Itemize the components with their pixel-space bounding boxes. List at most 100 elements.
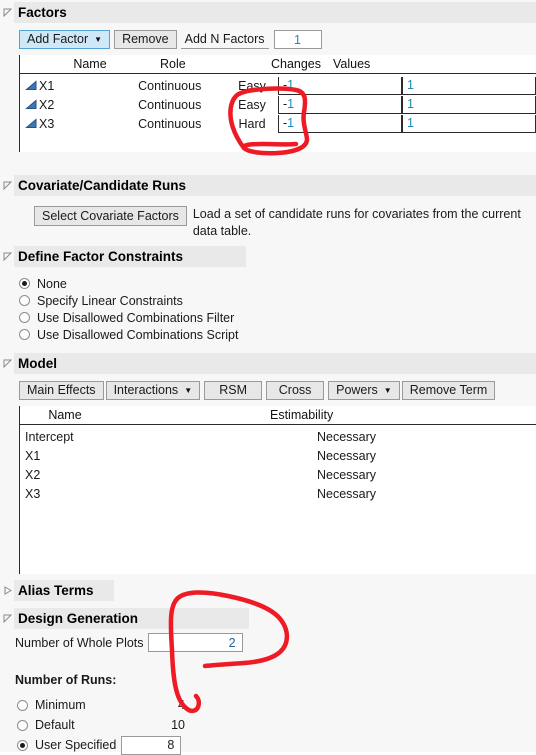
- factors-table-header: Name Role Changes Values: [20, 55, 536, 74]
- factor-high-value[interactable]: 1: [401, 114, 536, 133]
- whole-plots-input[interactable]: 2: [147, 633, 243, 652]
- covariate-description-line2: data table.: [192, 224, 252, 238]
- powers-button[interactable]: Powers ▼: [328, 381, 400, 400]
- factor-changes[interactable]: Easy: [226, 98, 278, 112]
- factor-name-cell[interactable]: X2: [20, 98, 138, 112]
- factors-table: Name Role Changes Values X1 Continuous E…: [19, 55, 536, 152]
- default-runs-value: 10: [171, 718, 185, 732]
- table-row[interactable]: X1 Necessary: [20, 446, 536, 465]
- rsm-button[interactable]: RSM: [204, 381, 263, 400]
- interactions-button[interactable]: Interactions ▼: [105, 381, 201, 400]
- continuous-factor-icon: [25, 99, 38, 110]
- radio-minimum-runs[interactable]: Minimum 4: [17, 695, 185, 715]
- model-term-name: X3: [25, 486, 41, 501]
- column-header-changes: Changes: [270, 57, 322, 71]
- factor-changes[interactable]: Easy: [226, 79, 278, 93]
- section-header-model[interactable]: Model: [0, 353, 536, 374]
- radio-indicator[interactable]: [17, 719, 28, 731]
- section-title-covariate: Covariate/Candidate Runs: [14, 175, 536, 196]
- add-factor-label: Add Factor: [27, 32, 89, 46]
- radio-indicator[interactable]: [19, 312, 30, 323]
- table-row[interactable]: X2 Continuous Easy -1 1: [20, 95, 536, 114]
- disclosure-open-icon[interactable]: [0, 359, 14, 368]
- main-effects-button[interactable]: Main Effects: [19, 381, 104, 400]
- number-of-runs-group: Minimum 4 Default 10 User Specified 8: [17, 695, 185, 755]
- radio-disallowed-combinations-filter[interactable]: Use Disallowed Combinations Filter: [19, 309, 238, 326]
- section-header-constraints[interactable]: Define Factor Constraints: [0, 246, 246, 267]
- minimum-runs-value: 4: [178, 698, 185, 712]
- factor-name: X1: [39, 78, 55, 93]
- factor-low-value[interactable]: -1: [277, 95, 402, 114]
- radio-indicator[interactable]: [19, 278, 30, 289]
- chevron-down-icon: ▼: [184, 385, 193, 395]
- remove-term-button[interactable]: Remove Term: [401, 381, 496, 400]
- remove-factor-button[interactable]: Remove: [114, 30, 177, 49]
- add-n-factors-label: Add N Factors: [180, 30, 269, 49]
- section-title-alias-terms: Alias Terms: [14, 580, 114, 601]
- section-title-factors: Factors: [14, 2, 536, 23]
- radio-indicator[interactable]: [19, 295, 30, 306]
- disclosure-closed-icon[interactable]: [0, 586, 14, 595]
- disclosure-open-icon[interactable]: [0, 614, 14, 623]
- factor-high-value[interactable]: 1: [401, 95, 536, 114]
- radio-indicator[interactable]: [17, 699, 28, 711]
- radio-disallowed-combinations-script[interactable]: Use Disallowed Combinations Script: [19, 326, 238, 343]
- model-term-estimability[interactable]: Necessary: [317, 449, 517, 463]
- radio-indicator[interactable]: [19, 329, 30, 340]
- add-factor-button[interactable]: Add Factor ▼: [19, 30, 111, 49]
- whole-plots-label: Number of Whole Plots: [15, 635, 144, 650]
- chevron-down-icon: ▼: [383, 385, 392, 395]
- disclosure-open-icon[interactable]: [0, 8, 14, 17]
- cross-button[interactable]: Cross: [266, 381, 325, 400]
- radio-specify-linear-constraints[interactable]: Specify Linear Constraints: [19, 292, 238, 309]
- table-row[interactable]: X3 Continuous Hard -1 1: [20, 114, 536, 133]
- select-covariate-factors-button[interactable]: Select Covariate Factors: [34, 206, 187, 226]
- model-toolbar: Main Effects Interactions ▼ RSM Cross Po…: [19, 381, 496, 400]
- model-term-estimability[interactable]: Necessary: [317, 468, 517, 482]
- table-row[interactable]: X2 Necessary: [20, 465, 536, 484]
- factor-high-value[interactable]: 1: [401, 76, 536, 95]
- disclosure-open-icon[interactable]: [0, 181, 14, 190]
- table-row[interactable]: X1 Continuous Easy -1 1: [20, 76, 536, 95]
- column-header-name: Name: [73, 57, 107, 71]
- factor-role[interactable]: Continuous: [138, 98, 226, 112]
- factor-name-cell[interactable]: X1: [20, 79, 138, 93]
- factor-role[interactable]: Continuous: [138, 79, 226, 93]
- column-header-name: Name: [48, 408, 82, 422]
- factor-name-cell[interactable]: X3: [20, 117, 138, 131]
- section-title-design-generation: Design Generation: [14, 608, 249, 629]
- covariate-description: Load a set of candidate runs for covaria…: [193, 206, 521, 240]
- table-row[interactable]: X3 Necessary: [20, 484, 536, 503]
- covariate-row: Select Covariate Factors Load a set of c…: [34, 206, 521, 240]
- radio-indicator[interactable]: [17, 739, 28, 751]
- section-header-design-generation[interactable]: Design Generation: [0, 608, 249, 629]
- column-header-role: Role: [160, 57, 186, 71]
- table-row[interactable]: Intercept Necessary: [20, 427, 536, 446]
- factor-changes[interactable]: Hard: [226, 117, 278, 131]
- annotation-loop-tail: [183, 693, 202, 714]
- model-term-estimability[interactable]: Necessary: [317, 430, 517, 444]
- radio-none[interactable]: None: [19, 275, 238, 292]
- section-header-factors[interactable]: Factors: [0, 2, 536, 23]
- model-term-name: X1: [25, 448, 41, 463]
- section-header-alias-terms[interactable]: Alias Terms: [0, 580, 114, 601]
- section-header-covariate[interactable]: Covariate/Candidate Runs: [0, 175, 536, 196]
- column-header-values: Values: [333, 57, 371, 71]
- column-header-estimability: Estimability: [270, 408, 334, 422]
- add-n-factors-input[interactable]: 1: [273, 30, 322, 49]
- number-of-runs-label: Number of Runs:: [15, 673, 117, 687]
- model-term-estimability[interactable]: Necessary: [317, 487, 517, 501]
- factor-name: X3: [39, 116, 55, 131]
- continuous-factor-icon: [25, 118, 38, 129]
- factor-low-value[interactable]: -1: [277, 76, 402, 95]
- model-term-name: Intercept: [25, 429, 74, 444]
- remove-factor-label: Remove: [122, 32, 169, 46]
- disclosure-open-icon[interactable]: [0, 252, 14, 261]
- factor-role[interactable]: Continuous: [138, 117, 226, 131]
- radio-default-runs[interactable]: Default 10: [17, 715, 185, 735]
- factor-low-value[interactable]: -1: [277, 114, 402, 133]
- radio-user-specified-runs[interactable]: User Specified 8: [17, 735, 185, 755]
- jmp-custom-design-panel: Factors Add Factor ▼ Remove Add N Factor…: [0, 0, 536, 755]
- section-title-constraints: Define Factor Constraints: [14, 246, 246, 267]
- whole-plots-row: Number of Whole Plots 2: [15, 633, 243, 652]
